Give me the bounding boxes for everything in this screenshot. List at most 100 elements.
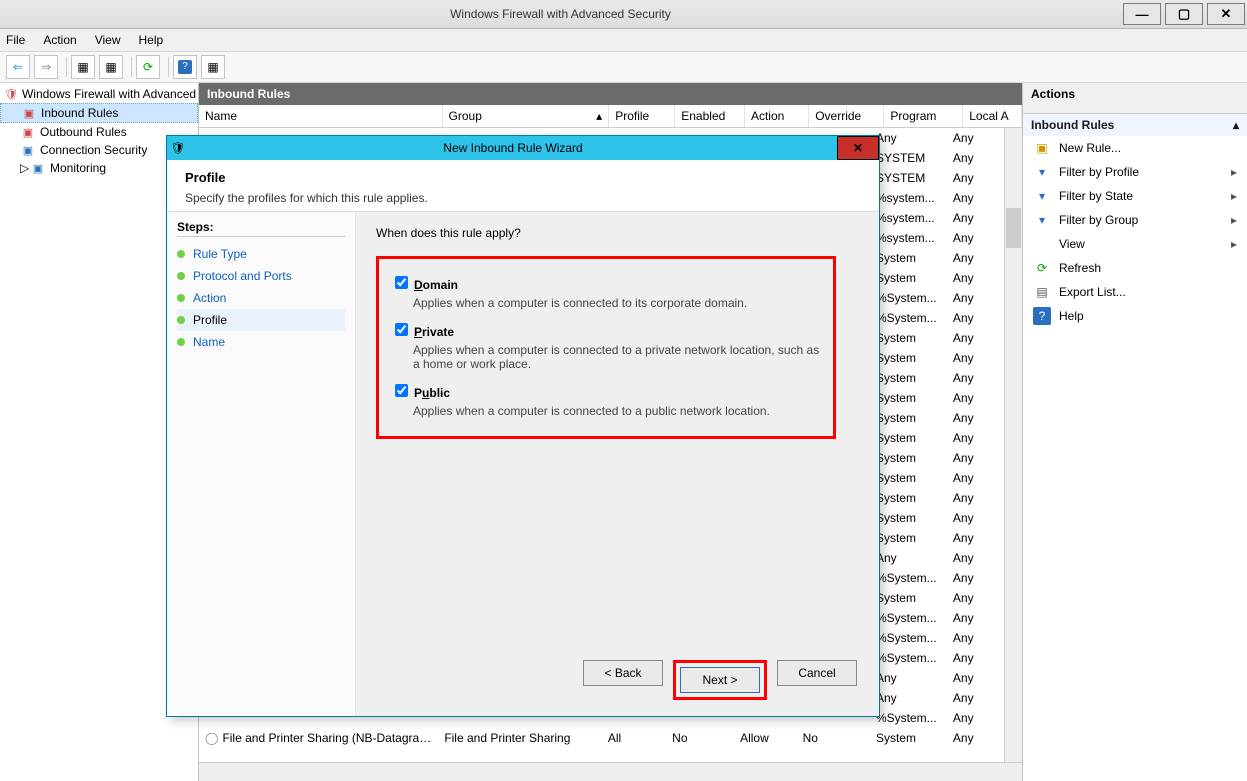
action-filter-by-profile[interactable]: ▾Filter by Profile▸ bbox=[1023, 160, 1247, 184]
step-action[interactable]: Action bbox=[177, 287, 345, 309]
wizard-question: When does this rule apply? bbox=[376, 226, 859, 240]
next-highlight: Next > bbox=[673, 660, 767, 700]
titlebar: Windows Firewall with Advanced Security … bbox=[0, 0, 1247, 29]
wizard-steps: Steps: Rule TypeProtocol and PortsAction… bbox=[167, 212, 356, 716]
profile-checkbox-public[interactable]: Public bbox=[391, 386, 450, 400]
filter-icon: ▾ bbox=[1033, 163, 1051, 181]
table-row[interactable]: ◯File and Printer Sharing (NB-Datagram-I… bbox=[199, 728, 1004, 748]
nav-back-button[interactable]: ⇐ bbox=[6, 55, 30, 79]
arrow-right-icon: ⇒ bbox=[41, 60, 51, 74]
menu-view[interactable]: View bbox=[95, 33, 121, 47]
rules-heading: Inbound Rules bbox=[199, 83, 1022, 105]
minimize-button[interactable]: — bbox=[1123, 3, 1161, 25]
col-group[interactable]: Group▴ bbox=[443, 105, 610, 127]
toolbar-btn-2[interactable]: ▦ bbox=[99, 55, 123, 79]
checkbox-public[interactable] bbox=[395, 384, 408, 397]
bullet-icon bbox=[177, 338, 185, 346]
profile-checkbox-private[interactable]: Private bbox=[391, 325, 454, 339]
tree-root[interactable]: 🛡 Windows Firewall with Advanced Securit… bbox=[0, 85, 198, 103]
action-view[interactable]: View▸ bbox=[1023, 232, 1247, 256]
next-button[interactable]: Next > bbox=[680, 667, 760, 693]
submenu-arrow-icon: ▸ bbox=[1231, 237, 1237, 251]
dialog-sub: Specify the profiles for which this rule… bbox=[185, 191, 861, 205]
toolbar-btn-3[interactable]: ▦ bbox=[201, 55, 225, 79]
col-program[interactable]: Program bbox=[884, 105, 963, 127]
arrow-left-icon: ⇐ bbox=[13, 60, 23, 74]
action-refresh[interactable]: ⟳Refresh bbox=[1023, 256, 1247, 280]
filter-icon: ▾ bbox=[1033, 211, 1051, 229]
export-icon: ▤ bbox=[1033, 283, 1051, 301]
action-filter-by-group[interactable]: ▾Filter by Group▸ bbox=[1023, 208, 1247, 232]
profile-desc: Applies when a computer is connected to … bbox=[413, 404, 821, 418]
dialog-title: New Inbound Rule Wizard bbox=[189, 141, 837, 155]
dialog-close-button[interactable]: ✕ bbox=[837, 136, 879, 160]
profile-desc: Applies when a computer is connected to … bbox=[413, 296, 821, 310]
dialog-heading: Profile bbox=[185, 170, 861, 185]
profile-domain: Domain Applies when a computer is connect… bbox=[391, 273, 821, 310]
toolbar-help-button[interactable]: ? bbox=[173, 55, 197, 79]
vscrollbar[interactable] bbox=[1004, 128, 1022, 762]
bullet-icon bbox=[177, 272, 185, 280]
nav-forward-button[interactable]: ⇒ bbox=[34, 55, 58, 79]
checkbox-private[interactable] bbox=[395, 323, 408, 336]
submenu-arrow-icon: ▸ bbox=[1231, 165, 1237, 179]
dialog-header: Profile Specify the profiles for which t… bbox=[167, 160, 879, 211]
actions-sub-heading[interactable]: Inbound Rules ▴ bbox=[1023, 114, 1247, 136]
expand-icon[interactable]: ▷ bbox=[20, 161, 30, 175]
cancel-button[interactable]: Cancel bbox=[777, 660, 857, 686]
outbound-icon: ▣ bbox=[20, 124, 36, 140]
step-protocol-and-ports[interactable]: Protocol and Ports bbox=[177, 265, 345, 287]
profile-checkbox-domain[interactable]: Domain bbox=[391, 278, 458, 292]
step-name[interactable]: Name bbox=[177, 331, 345, 353]
col-enabled[interactable]: Enabled bbox=[675, 105, 745, 127]
toolbar-btn-1[interactable]: ▦ bbox=[71, 55, 95, 79]
back-button[interactable]: < Back bbox=[583, 660, 663, 686]
newrule-icon: ▣ bbox=[1033, 139, 1051, 157]
connection-icon: ▣ bbox=[20, 142, 36, 158]
close-button[interactable]: ✕ bbox=[1207, 3, 1245, 25]
hscrollbar[interactable] bbox=[199, 762, 1022, 781]
column-headers: Name Group▴ Profile Enabled Action Overr… bbox=[199, 105, 1022, 128]
menu-help[interactable]: Help bbox=[139, 33, 164, 47]
filter-icon: ▾ bbox=[1033, 187, 1051, 205]
step-rule-type[interactable]: Rule Type bbox=[177, 243, 345, 265]
col-name[interactable]: Name bbox=[199, 105, 443, 127]
shield-icon: 🛡 bbox=[4, 86, 18, 102]
new-inbound-rule-wizard: 🛡 New Inbound Rule Wizard ✕ Profile Spec… bbox=[166, 135, 880, 717]
collapse-icon: ▴ bbox=[1233, 118, 1239, 132]
monitoring-icon: ▣ bbox=[30, 160, 46, 176]
refresh-icon: ⟳ bbox=[143, 60, 153, 74]
menu-action[interactable]: Action bbox=[43, 33, 76, 47]
vscroll-thumb[interactable] bbox=[1006, 208, 1021, 248]
toolbar-refresh-button[interactable]: ⟳ bbox=[136, 55, 160, 79]
profile-desc: Applies when a computer is connected to … bbox=[413, 343, 821, 371]
action-filter-by-state[interactable]: ▾Filter by State▸ bbox=[1023, 184, 1247, 208]
toolbar: ⇐ ⇒ ▦ ▦ ⟳ ? ▦ bbox=[0, 52, 1247, 83]
sort-asc-icon: ▴ bbox=[596, 109, 602, 123]
col-local[interactable]: Local A bbox=[963, 105, 1022, 127]
inbound-icon: ▣ bbox=[21, 105, 37, 121]
submenu-arrow-icon: ▸ bbox=[1231, 213, 1237, 227]
help-icon: ? bbox=[178, 60, 192, 74]
actions-heading: Actions bbox=[1023, 83, 1247, 114]
wizard-content: When does this rule apply? Domain Applies… bbox=[356, 212, 879, 716]
col-override[interactable]: Override bbox=[809, 105, 884, 127]
action-help[interactable]: ?Help bbox=[1023, 304, 1247, 328]
bullet-icon bbox=[177, 316, 185, 324]
bullet-icon bbox=[177, 250, 185, 258]
col-profile[interactable]: Profile bbox=[609, 105, 675, 127]
shield-icon: 🛡 bbox=[167, 141, 189, 155]
menu-file[interactable]: File bbox=[6, 33, 25, 47]
tree-inbound-rules[interactable]: ▣ Inbound Rules bbox=[0, 103, 198, 123]
profile-public: Public Applies when a computer is connect… bbox=[391, 381, 821, 418]
step-profile[interactable]: Profile bbox=[177, 309, 345, 331]
window-title: Windows Firewall with Advanced Security bbox=[0, 7, 1121, 21]
dialog-titlebar[interactable]: 🛡 New Inbound Rule Wizard ✕ bbox=[167, 136, 879, 160]
checkbox-domain[interactable] bbox=[395, 276, 408, 289]
action-new-rule-[interactable]: ▣New Rule... bbox=[1023, 136, 1247, 160]
action-export-list-[interactable]: ▤Export List... bbox=[1023, 280, 1247, 304]
refresh-icon: ⟳ bbox=[1033, 259, 1051, 277]
help-icon: ? bbox=[1033, 307, 1051, 325]
col-action[interactable]: Action bbox=[745, 105, 809, 127]
maximize-button[interactable]: ▢ bbox=[1165, 3, 1203, 25]
